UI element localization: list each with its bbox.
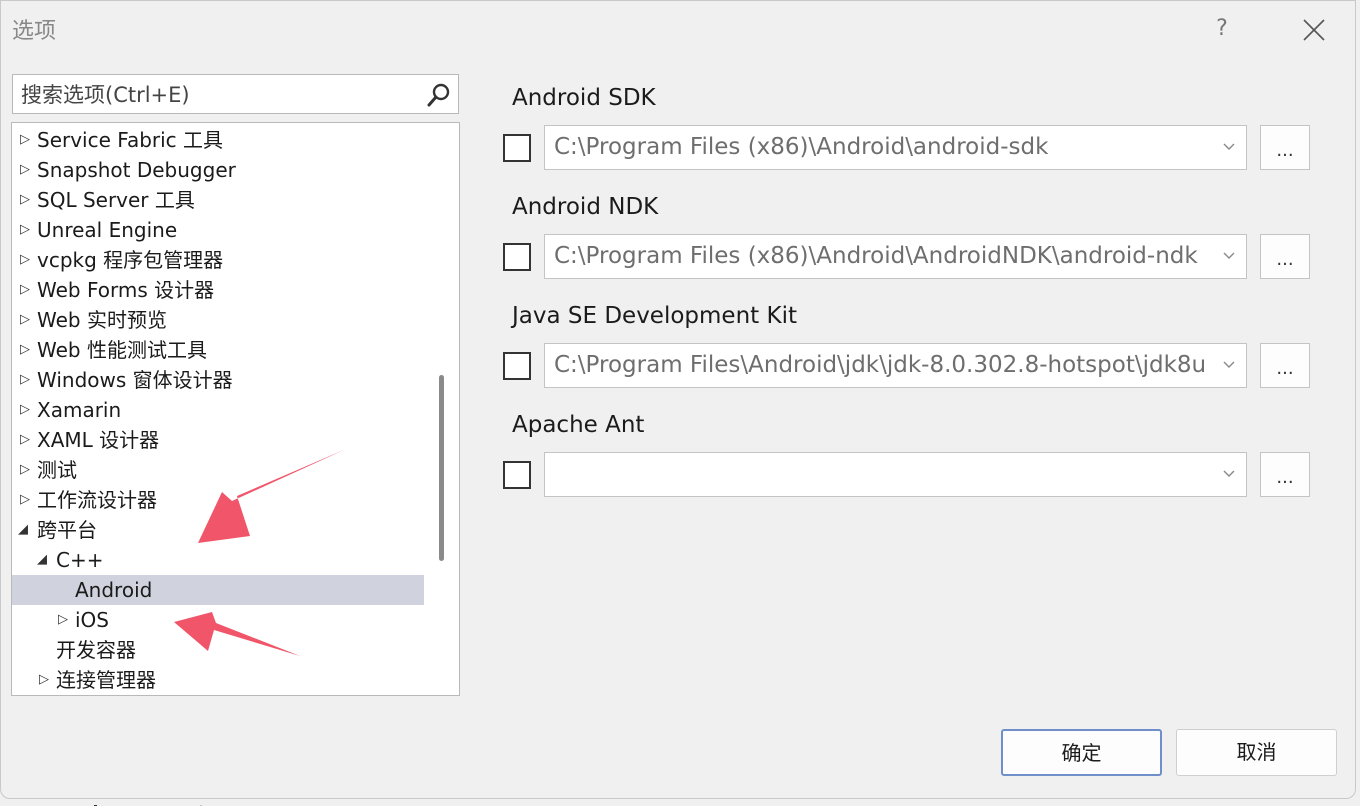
- apache-ant-path-value[interactable]: [554, 453, 1212, 496]
- expand-arrow-icon[interactable]: ▷: [20, 245, 34, 275]
- chevron-down-icon[interactable]: [1222, 139, 1236, 153]
- tree-item-label: 测试: [37, 458, 77, 482]
- android-ndk-path-value[interactable]: C:\Program Files (x86)\Android\AndroidND…: [554, 235, 1212, 278]
- tree-item-web-perf-test[interactable]: ▷ Web 性能测试工具: [12, 335, 424, 365]
- expand-arrow-icon[interactable]: ▷: [20, 365, 34, 395]
- android-sdk-path-combo[interactable]: C:\Program Files (x86)\Android\android-s…: [544, 125, 1247, 170]
- tree-item-snapshot-debugger[interactable]: ▷ Snapshot Debugger: [12, 155, 424, 185]
- tree-item-label: Windows 窗体设计器: [37, 368, 233, 392]
- tree-item-label: Unreal Engine: [37, 218, 178, 242]
- expand-arrow-icon[interactable]: ▷: [20, 425, 34, 455]
- tree-item-android[interactable]: Android: [12, 575, 424, 605]
- collapse-arrow-icon[interactable]: ◢: [37, 545, 51, 575]
- tree-scrollbar-thumb[interactable]: [439, 375, 444, 561]
- tree-item-web-live-preview[interactable]: ▷ Web 实时预览: [12, 305, 424, 335]
- tree-item-label: iOS: [75, 608, 109, 632]
- tree-item-service-fabric[interactable]: ▷ Service Fabric 工具: [12, 125, 424, 155]
- tree-item-sql-server[interactable]: ▷ SQL Server 工具: [12, 185, 424, 215]
- expand-arrow-icon[interactable]: ▷: [20, 485, 34, 515]
- tree-item-label: vcpkg 程序包管理器: [37, 248, 224, 272]
- android-ndk-browse-button[interactable]: ...: [1260, 234, 1310, 279]
- apache-ant-path-combo[interactable]: [544, 452, 1247, 497]
- expand-arrow-icon[interactable]: ▷: [20, 125, 34, 155]
- apache-ant-label: Apache Ant: [512, 412, 645, 438]
- android-ndk-checkbox[interactable]: [503, 243, 531, 271]
- search-input[interactable]: [19, 79, 418, 111]
- android-sdk-browse-button[interactable]: ...: [1260, 125, 1310, 170]
- android-ndk-path-combo[interactable]: C:\Program Files (x86)\Android\AndroidND…: [544, 234, 1247, 279]
- java-jdk-checkbox[interactable]: [503, 352, 531, 380]
- tree-item-label: Android: [75, 578, 153, 602]
- tree-item-ios[interactable]: ▷ iOS: [12, 605, 424, 635]
- tree-item-vcpkg[interactable]: ▷ vcpkg 程序包管理器: [12, 245, 424, 275]
- tree-item-xaml-designer[interactable]: ▷ XAML 设计器: [12, 425, 424, 455]
- android-sdk-path-value[interactable]: C:\Program Files (x86)\Android\android-s…: [554, 126, 1212, 169]
- android-ndk-label: Android NDK: [512, 194, 659, 220]
- expand-arrow-icon[interactable]: ▷: [20, 395, 34, 425]
- tree-item-test[interactable]: ▷ 测试: [12, 455, 424, 485]
- tree-item-xamarin[interactable]: ▷ Xamarin: [12, 395, 424, 425]
- tree-item-cpp[interactable]: ◢ C++: [12, 545, 424, 575]
- tree-item-windows-forms[interactable]: ▷ Windows 窗体设计器: [12, 365, 424, 395]
- tree-item-label: 开发容器: [56, 638, 136, 662]
- tree-item-workflow-designer[interactable]: ▷ 工作流设计器: [12, 485, 424, 515]
- expand-arrow-icon[interactable]: ▷: [20, 185, 34, 215]
- tree-item-unreal-engine[interactable]: ▷ Unreal Engine: [12, 215, 424, 245]
- expand-arrow-icon[interactable]: ▷: [20, 215, 34, 245]
- chevron-down-icon[interactable]: [1222, 248, 1236, 262]
- expand-arrow-icon[interactable]: ▷: [58, 605, 72, 635]
- background-window-fragment: [90, 798, 390, 806]
- tree-item-dev-containers[interactable]: 开发容器: [12, 635, 424, 665]
- expand-arrow-icon[interactable]: ▷: [20, 335, 34, 365]
- expand-arrow-icon[interactable]: ▷: [39, 665, 53, 695]
- tree-item-label: 工作流设计器: [37, 488, 157, 512]
- java-jdk-browse-button[interactable]: ...: [1260, 343, 1310, 388]
- chevron-down-icon[interactable]: [1222, 466, 1236, 480]
- chevron-down-icon[interactable]: [1222, 357, 1236, 371]
- tree-item-label: 连接管理器: [56, 668, 156, 692]
- tree-item-label: C++: [56, 548, 104, 572]
- search-icon[interactable]: [425, 81, 453, 109]
- java-jdk-path-value[interactable]: C:\Program Files\Android\jdk\jdk-8.0.302…: [554, 344, 1212, 387]
- apache-ant-checkbox[interactable]: [503, 461, 531, 489]
- java-jdk-path-combo[interactable]: C:\Program Files\Android\jdk\jdk-8.0.302…: [544, 343, 1247, 388]
- apache-ant-browse-button[interactable]: ...: [1260, 452, 1310, 497]
- expand-arrow-icon[interactable]: ▷: [20, 455, 34, 485]
- tree-item-label: Xamarin: [37, 398, 122, 422]
- search-box[interactable]: [12, 74, 459, 114]
- tree-item-web-forms[interactable]: ▷ Web Forms 设计器: [12, 275, 424, 305]
- expand-arrow-icon[interactable]: ▷: [20, 155, 34, 185]
- expand-arrow-icon[interactable]: ▷: [20, 305, 34, 335]
- help-button[interactable]: ?: [1207, 13, 1237, 45]
- tree-item-connection-manager[interactable]: ▷ 连接管理器: [12, 665, 424, 695]
- tree-item-label: Web 性能测试工具: [37, 338, 207, 362]
- tree-item-label: Web Forms 设计器: [37, 278, 215, 302]
- collapse-arrow-icon[interactable]: ◢: [18, 515, 32, 545]
- tree-item-label: Service Fabric 工具: [37, 128, 224, 152]
- options-dialog: 选项 ? ▷ Service Fabric 工具 ▷ Snapshot Debu…: [0, 0, 1356, 799]
- android-sdk-label: Android SDK: [512, 85, 656, 111]
- expand-arrow-icon[interactable]: ▷: [20, 275, 34, 305]
- tree-item-label: Web 实时预览: [37, 308, 167, 332]
- dialog-title: 选项: [12, 19, 57, 44]
- tree-item-label: XAML 设计器: [37, 428, 160, 452]
- tree-item-label: SQL Server 工具: [37, 188, 195, 212]
- android-sdk-checkbox[interactable]: [503, 134, 531, 162]
- close-icon: [1303, 19, 1325, 41]
- java-jdk-label: Java SE Development Kit: [512, 303, 797, 329]
- tree-item-label: Snapshot Debugger: [37, 158, 236, 182]
- ok-button[interactable]: 确定: [1001, 729, 1162, 776]
- options-tree[interactable]: ▷ Service Fabric 工具 ▷ Snapshot Debugger …: [11, 122, 460, 696]
- close-button[interactable]: [1297, 13, 1331, 47]
- tree-item-label: 跨平台: [37, 518, 97, 542]
- cancel-button[interactable]: 取消: [1176, 729, 1337, 776]
- tree-item-cross-platform[interactable]: ◢ 跨平台: [12, 515, 424, 545]
